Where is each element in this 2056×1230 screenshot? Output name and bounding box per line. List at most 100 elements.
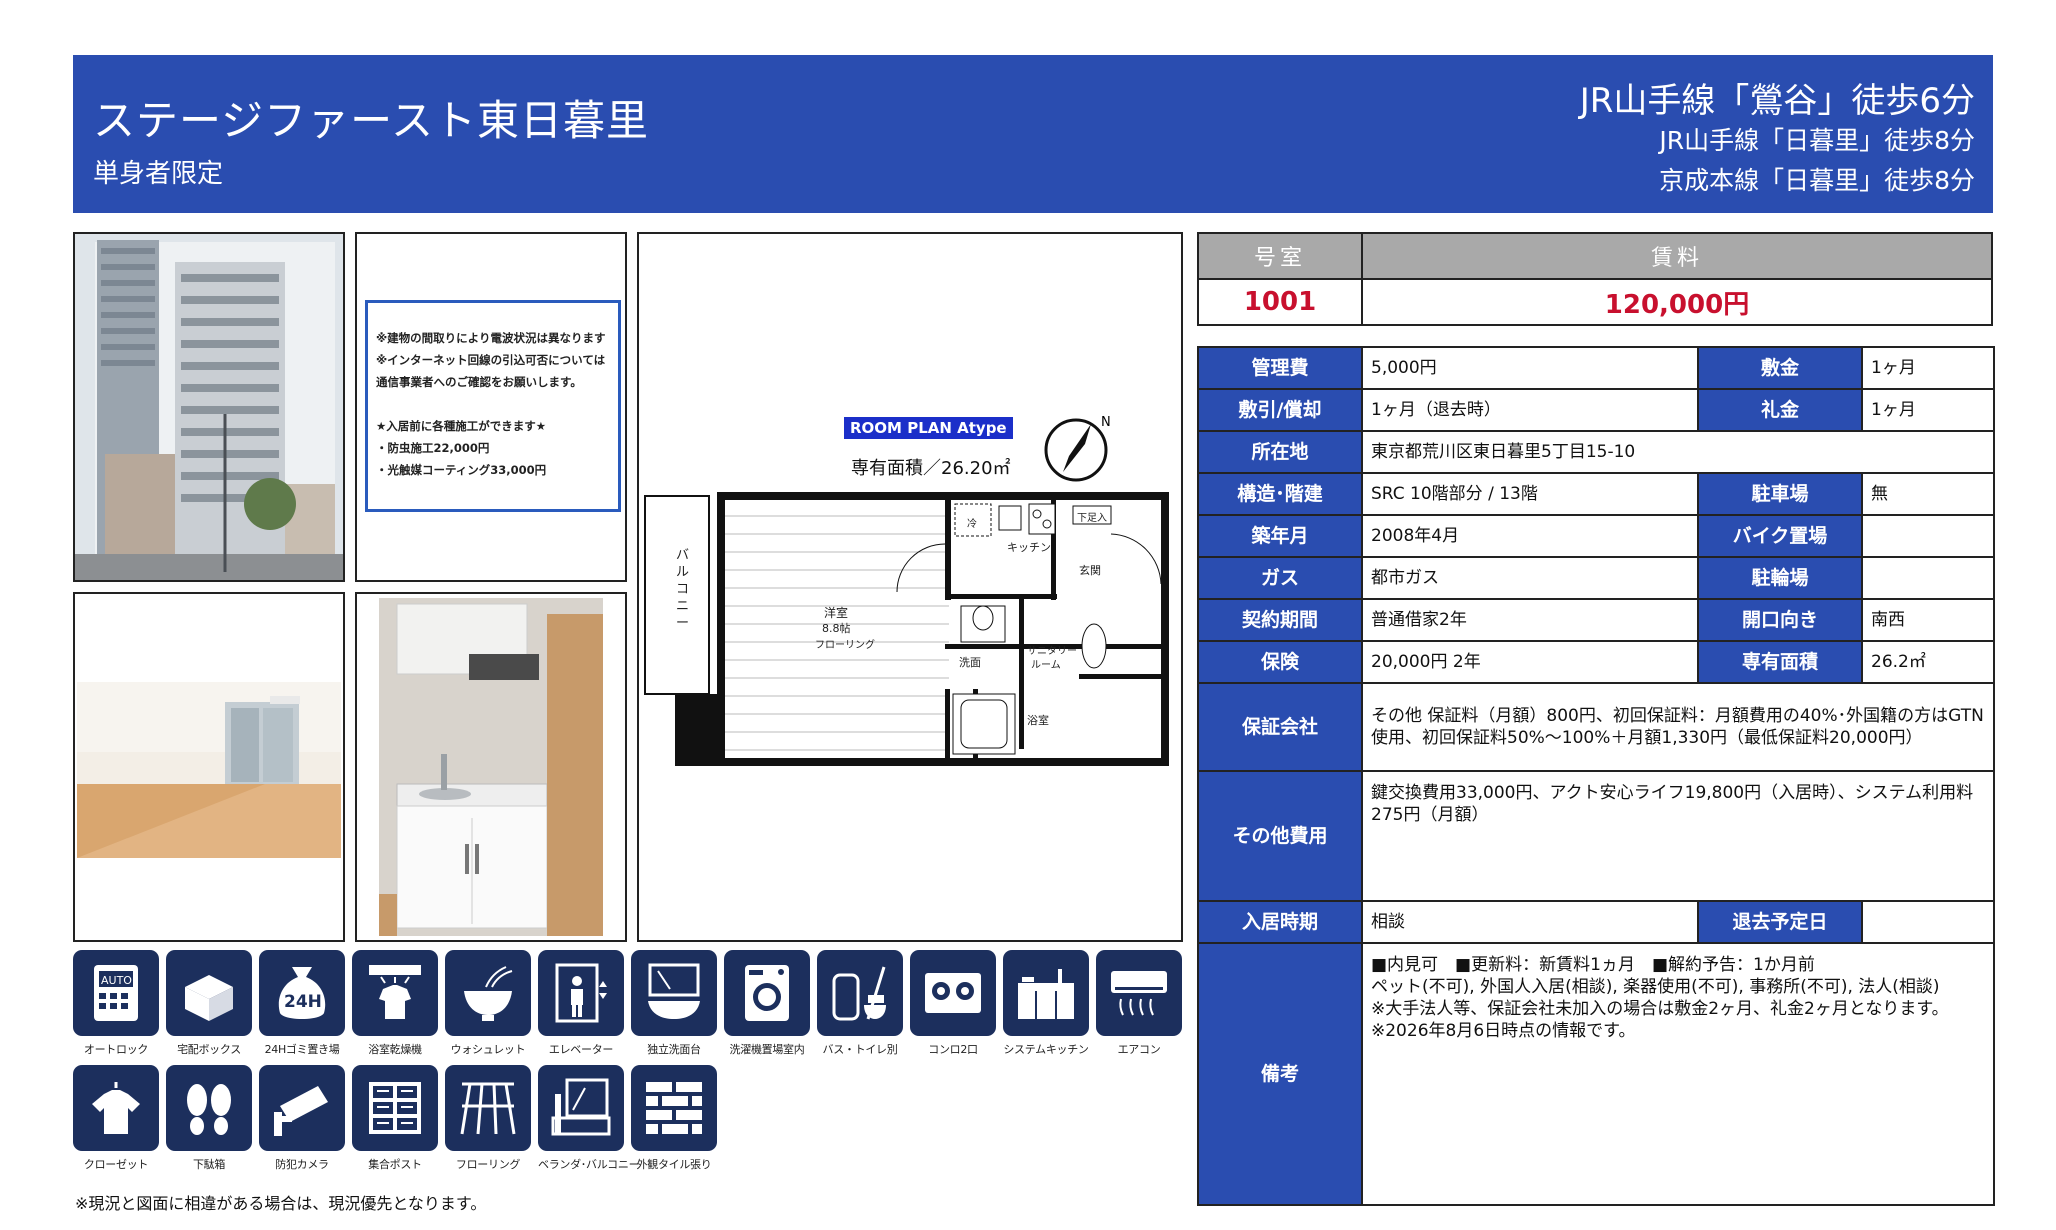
amenity-label: エレベーター bbox=[548, 1043, 614, 1056]
svg-text:24H: 24H bbox=[284, 992, 322, 1012]
mailbox-icon bbox=[352, 1065, 438, 1151]
amenity-security-camera: 防犯カメラ bbox=[259, 1065, 345, 1172]
amenity-elevator: エレベーター bbox=[538, 950, 624, 1057]
deposit-label: 敷金 bbox=[1697, 346, 1863, 390]
insurance-label: 保険 bbox=[1197, 640, 1363, 684]
amenity-label: 浴室乾燥機 bbox=[368, 1043, 422, 1056]
svg-text:バ: バ bbox=[676, 548, 689, 563]
insurance-value: 20,000円 2年 bbox=[1361, 640, 1699, 684]
guarantor-label: 保証会社 bbox=[1197, 682, 1363, 772]
floor-plan[interactable]: ROOM PLAN Atype 専有面積／26.20㎡ N バ ル コ ニ ー … bbox=[637, 232, 1183, 942]
amenity-label: 宅配ボックス bbox=[177, 1043, 241, 1056]
structure-value: SRC 10階部分 / 13階 bbox=[1361, 472, 1699, 516]
room-label-western: 洋室 bbox=[824, 606, 849, 620]
address-label: 所在地 bbox=[1197, 430, 1363, 474]
built-date-value: 2008年4月 bbox=[1361, 514, 1699, 558]
contract-period-label: 契約期間 bbox=[1197, 598, 1363, 642]
remarks-line: ※大手法人等、保証会社未加入の場合は敷金2ヶ月、礼金2ヶ月となります。 bbox=[1371, 999, 1949, 1019]
washbasin-icon bbox=[631, 950, 717, 1036]
floor-area-value: 26.2㎡ bbox=[1861, 640, 1995, 684]
built-date-label: 築年月 bbox=[1197, 514, 1363, 558]
amenity-washbasin: 独立洗面台 bbox=[631, 950, 717, 1057]
building-exterior-photo[interactable] bbox=[73, 232, 345, 582]
move-out-value bbox=[1861, 900, 1995, 944]
sanitary-label: サニタリー bbox=[1027, 646, 1077, 657]
system-kitchen-icon bbox=[1003, 950, 1089, 1036]
amenity-label: 防犯カメラ bbox=[275, 1158, 329, 1171]
elevator-icon bbox=[538, 950, 624, 1036]
amenity-tile-exterior: 外観タイル張り bbox=[631, 1065, 717, 1172]
interior-photo[interactable] bbox=[73, 592, 345, 942]
garbage-24h-icon: 24H bbox=[259, 950, 345, 1036]
amenity-stove: コンロ2口 bbox=[910, 950, 996, 1057]
stove-icon bbox=[910, 950, 996, 1036]
property-title: ステージファースト東日暮里 bbox=[93, 96, 650, 145]
amenity-label: ベランダ･バルコニー bbox=[538, 1158, 640, 1171]
room-rent-table: 号室 賃料 1001 120,000円 bbox=[1197, 232, 1993, 326]
amenity-label: 下駄箱 bbox=[192, 1158, 226, 1171]
remarks-value: ■内見可 ■更新料：新賃料1ヵ月 ■解約予告：1か月前 ペット(不可), 外国人… bbox=[1361, 942, 1995, 1206]
entrance-label: 玄関 bbox=[1079, 564, 1101, 577]
room-label-flooring: フローリング bbox=[815, 640, 875, 651]
amenity-shoe-rack: 下駄箱 bbox=[166, 1065, 252, 1172]
gas-label: ガス bbox=[1197, 556, 1363, 600]
remarks-line: ■内見可 ■更新料：新賃料1ヵ月 ■解約予告：1か月前 bbox=[1371, 955, 1815, 975]
notice-line: ・光触媒コーティング33,000円 bbox=[376, 463, 547, 477]
property-subtitle: 単身者限定 bbox=[93, 159, 224, 189]
washlet-icon bbox=[445, 950, 531, 1036]
kitchen-photo[interactable] bbox=[355, 592, 627, 942]
management-fee-label: 管理費 bbox=[1197, 346, 1363, 390]
svg-text:ル: ル bbox=[676, 565, 689, 580]
station-access-1: JR山手線「鶯谷」徒歩6分 bbox=[1579, 81, 1975, 121]
notice-panel: ※建物の間取りにより電波状況は異なります ※インターネット回線の引込可否について… bbox=[355, 232, 627, 582]
autolock-icon: AUTO bbox=[73, 950, 159, 1036]
amortization-label: 敷引/償却 bbox=[1197, 388, 1363, 432]
amenity-label: 集合ポスト bbox=[368, 1158, 422, 1171]
bath-label: 浴室 bbox=[1027, 714, 1049, 727]
guarantor-value: その他 保証料（月額）800円、初回保証料：月額費用の40%･外国籍の方はGTN… bbox=[1361, 682, 1995, 772]
washing-machine-icon bbox=[724, 950, 810, 1036]
kitchen-label: キッチン bbox=[1007, 541, 1051, 554]
rent-value: 120,000円 bbox=[1361, 278, 1993, 326]
svg-text:コ: コ bbox=[676, 582, 689, 597]
key-money-label: 礼金 bbox=[1697, 388, 1863, 432]
amenity-label: 洗濯機置場室内 bbox=[729, 1043, 805, 1056]
notice-line: ・防虫施工22,000円 bbox=[376, 441, 490, 455]
notice-line: 通信事業者へのご確認をお願いします。 bbox=[376, 375, 582, 389]
svg-text:AUTO: AUTO bbox=[101, 974, 132, 987]
notice-line: ★入居前に各種施工ができます★ bbox=[376, 419, 547, 433]
property-info-table: 管理費 5,000円 敷金 1ヶ月 敷引/償却 1ヶ月（退去時） 礼金 1ヶ月 … bbox=[1197, 346, 1995, 1206]
notice-box: ※建物の間取りにより電波状況は異なります ※インターネット回線の引込可否について… bbox=[365, 300, 621, 512]
amenity-delivery-box: 宅配ボックス bbox=[166, 950, 252, 1057]
shoebox-label: 下足入 bbox=[1077, 513, 1107, 524]
amenity-label: バス・トイレ別 bbox=[822, 1043, 898, 1056]
notice-line bbox=[376, 393, 612, 415]
security-camera-icon bbox=[259, 1065, 345, 1151]
bike-parking-value bbox=[1861, 514, 1995, 558]
amenity-closet: クローゼット bbox=[73, 1065, 159, 1172]
room-number: 1001 bbox=[1197, 278, 1363, 326]
amenity-washing-machine: 洗濯機置場室内 bbox=[724, 950, 810, 1057]
remarks-line: ※2026年8月6日時点の情報です。 bbox=[1371, 1021, 1636, 1041]
amenity-label: システムキッチン bbox=[1003, 1043, 1089, 1056]
bicycle-parking-value bbox=[1861, 556, 1995, 600]
amenity-mailbox: 集合ポスト bbox=[352, 1065, 438, 1172]
amenity-label: エアコン bbox=[1117, 1043, 1161, 1056]
bath-toilet-separate-icon bbox=[817, 950, 903, 1036]
amenity-label: クローゼット bbox=[83, 1158, 149, 1171]
shoe-rack-icon bbox=[166, 1065, 252, 1151]
address-value: 東京都荒川区東日暮里5丁目15-10 bbox=[1361, 430, 1995, 474]
amenity-balcony: ベランダ･バルコニー bbox=[538, 1065, 640, 1172]
flooring-icon bbox=[445, 1065, 531, 1151]
closet-icon bbox=[73, 1065, 159, 1151]
amenity-flooring: フローリング bbox=[445, 1065, 531, 1172]
room-number-header: 号室 bbox=[1197, 232, 1363, 280]
balcony-icon bbox=[538, 1065, 624, 1151]
amenity-label: 外観タイル張り bbox=[636, 1158, 712, 1171]
amortization-value: 1ヶ月（退去時） bbox=[1361, 388, 1699, 432]
notice-line: ※インターネット回線の引込可否については bbox=[376, 353, 606, 367]
tile-exterior-icon bbox=[631, 1065, 717, 1151]
svg-text:N: N bbox=[1101, 415, 1111, 430]
delivery-box-icon bbox=[166, 950, 252, 1036]
washroom-label: 洗面 bbox=[959, 656, 981, 669]
